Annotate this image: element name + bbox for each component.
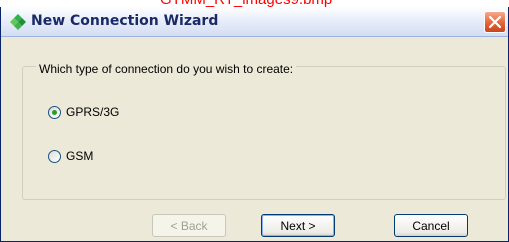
window-title: New Connection Wizard bbox=[31, 13, 219, 29]
wizard-window: New Connection Wizard Which type of conn… bbox=[0, 7, 509, 242]
option-gsm[interactable]: GSM bbox=[48, 148, 93, 164]
radio-selected-dot bbox=[52, 109, 57, 115]
connection-type-group bbox=[22, 66, 506, 200]
close-icon bbox=[488, 15, 502, 29]
radio-label-gsm[interactable]: GSM bbox=[66, 149, 93, 163]
radio-gsm[interactable] bbox=[48, 149, 61, 163]
title-bar[interactable]: New Connection Wizard bbox=[1, 7, 508, 37]
close-button[interactable] bbox=[484, 11, 506, 33]
back-button[interactable]: < Back bbox=[152, 214, 226, 237]
wizard-icon bbox=[10, 14, 26, 30]
option-gprs-3g[interactable]: GPRS/3G bbox=[48, 104, 119, 120]
group-legend: Which type of connection do you wish to … bbox=[36, 62, 297, 76]
next-button[interactable]: Next > bbox=[261, 214, 335, 237]
radio-label-gprs-3g[interactable]: GPRS/3G bbox=[66, 105, 119, 119]
cancel-button[interactable]: Cancel bbox=[394, 214, 468, 237]
radio-gprs-3g[interactable] bbox=[48, 105, 61, 119]
